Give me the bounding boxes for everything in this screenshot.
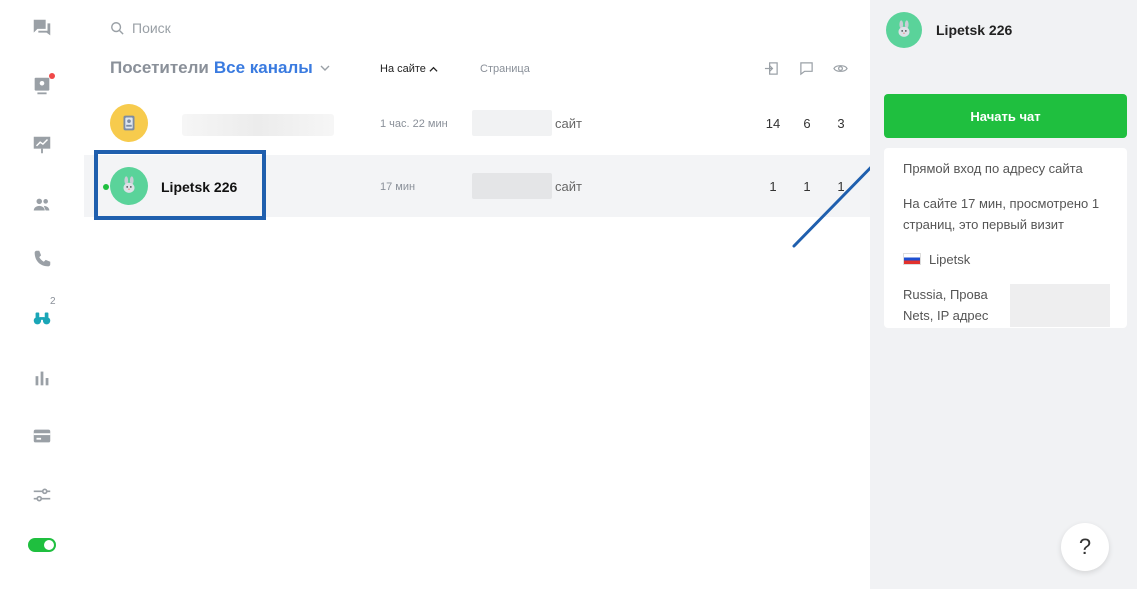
entries-icon[interactable] (764, 61, 779, 76)
city-name: Lipetsk (929, 252, 971, 267)
avatar (110, 167, 148, 205)
search-bar[interactable]: Поиск (110, 20, 171, 36)
eye-icon[interactable] (833, 61, 848, 76)
rabbit-icon (898, 20, 910, 37)
avatar (886, 12, 922, 48)
entries-count: 1 (769, 179, 777, 194)
entries-count: 14 (765, 116, 781, 131)
provider-info: Russia, Прова Nets, IP адрес (903, 284, 1110, 327)
visit-summary: На сайте 17 мин, просмотрено 1 страниц, … (903, 196, 1100, 232)
redacted-ip (1010, 305, 1110, 327)
online-status-dot (103, 184, 109, 190)
visitor-detail-panel: Lipetsk 226 Начать чат Прямой вход по ад… (870, 0, 1137, 589)
search-input[interactable]: Поиск (132, 20, 171, 36)
online-toggle[interactable] (28, 538, 56, 552)
views-count: 3 (837, 116, 845, 131)
start-chat-button[interactable]: Начать чат (884, 94, 1127, 138)
chevron-down-icon[interactable] (320, 63, 330, 73)
notification-dot (49, 73, 55, 79)
redacted-visitor-name (182, 114, 334, 136)
phone-icon[interactable] (28, 245, 56, 273)
views-count: 1 (837, 179, 845, 194)
table-row-selected[interactable]: Lipetsk 226 17 мин сайт 1 1 1 (84, 155, 870, 217)
column-page[interactable]: Страница (480, 63, 530, 75)
visitor-location: Lipetsk (903, 249, 1108, 270)
app: 2 Поиск Посетители Все каналы На сайте С… (0, 0, 1137, 589)
avatar (110, 104, 148, 142)
column-on-site-label: На сайте (380, 63, 426, 75)
billing-card-icon[interactable] (28, 422, 56, 450)
channel-selector[interactable]: Все каналы (214, 58, 313, 78)
visitors-main: Поиск Посетители Все каналы На сайте Стр… (84, 0, 870, 589)
settings-sliders-icon[interactable] (28, 481, 56, 509)
page-title: Посетители Все каналы (110, 58, 330, 78)
live-count-badge: 2 (50, 296, 56, 307)
help-button[interactable]: ? (1061, 523, 1109, 571)
panel-header: Lipetsk 226 (886, 12, 1012, 48)
stats-icon[interactable] (28, 364, 56, 392)
visitor-name[interactable]: Lipetsk 226 (161, 179, 237, 195)
chats-count: 6 (803, 116, 811, 131)
time-on-site: 17 мин (380, 181, 416, 193)
russia-flag-icon (903, 253, 921, 265)
panel-visitor-name: Lipetsk 226 (936, 22, 1013, 38)
side-nav: 2 (0, 0, 84, 589)
chats-icon[interactable] (28, 14, 56, 42)
visitor-badge-icon (123, 115, 135, 131)
table-row[interactable]: 1 час. 22 мин сайт 14 6 3 (84, 92, 870, 154)
page-name: сайт (555, 116, 582, 131)
binoculars-icon[interactable]: 2 (28, 296, 56, 332)
search-icon (111, 22, 124, 35)
redacted-page (472, 173, 552, 199)
users-icon[interactable] (28, 191, 56, 219)
column-on-site[interactable]: На сайте (380, 63, 438, 75)
visitors-card-icon[interactable] (28, 72, 56, 100)
chats-count: 1 (803, 179, 811, 194)
chat-bubble-icon[interactable] (799, 61, 814, 76)
redacted-provider (1010, 284, 1110, 306)
visitor-info-card: Прямой вход по адресу сайта На сайте 17 … (884, 148, 1127, 328)
page-title-label: Посетители (110, 58, 209, 77)
rabbit-icon (123, 176, 135, 193)
visit-source: Прямой вход по адресу сайта (903, 161, 1083, 176)
redacted-page (472, 110, 552, 136)
chevron-up-icon (429, 66, 438, 72)
time-on-site: 1 час. 22 мин (380, 118, 448, 130)
page-name: сайт (555, 179, 582, 194)
presentation-icon[interactable] (28, 131, 56, 159)
